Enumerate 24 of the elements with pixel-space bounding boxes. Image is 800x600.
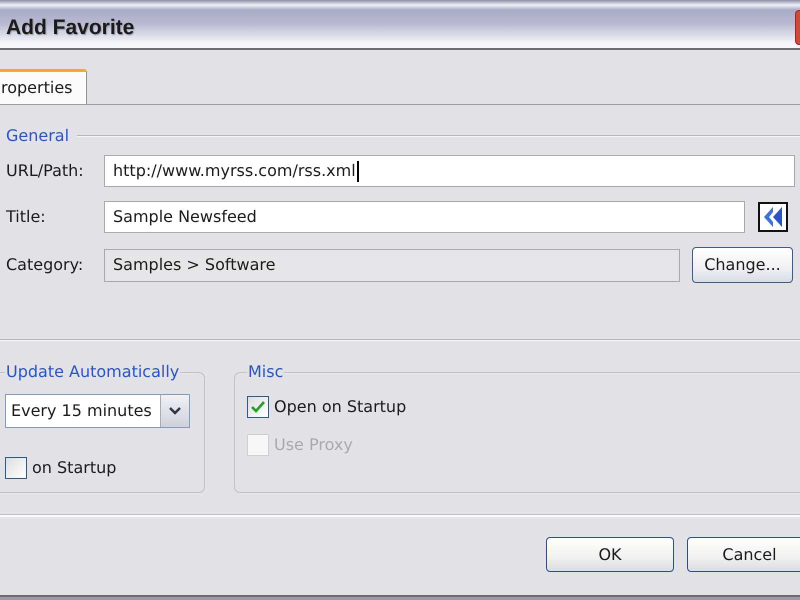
field-label: Title:: [6, 206, 47, 228]
url-field[interactable]: http://www.myrss.com/rss.xml: [104, 155, 795, 187]
window-title: Add Favorite: [6, 15, 134, 42]
tab[interactable]: roperties: [0, 69, 87, 104]
chevron-down-icon: [169, 407, 181, 415]
field-label: Category:: [6, 254, 84, 276]
checkbox-label: Use Proxy: [274, 434, 353, 456]
change-button[interactable]: Change...: [692, 247, 793, 283]
category-field: Samples > Software: [104, 248, 680, 282]
field-label: URL/Path:: [6, 160, 85, 182]
checkbox[interactable]: [5, 457, 27, 479]
interval-select[interactable]: Every 15 minutes: [5, 394, 190, 428]
double-arrow-button[interactable]: [758, 202, 788, 232]
group-title: Misc: [247, 361, 284, 383]
group-title: General: [6, 125, 70, 147]
checkbox-label: Open on Startup: [274, 396, 406, 418]
dialog-button[interactable]: Cancel: [687, 537, 800, 572]
checkbox-label: on Startup: [32, 457, 116, 479]
title-field[interactable]: Sample Newsfeed: [104, 201, 745, 233]
dialog-button[interactable]: OK: [546, 537, 674, 572]
double-chevron-left-icon: [764, 207, 782, 227]
group-title: Update Automatically: [5, 361, 180, 383]
checkmark-icon: [251, 401, 265, 413]
checkbox[interactable]: [247, 396, 269, 418]
